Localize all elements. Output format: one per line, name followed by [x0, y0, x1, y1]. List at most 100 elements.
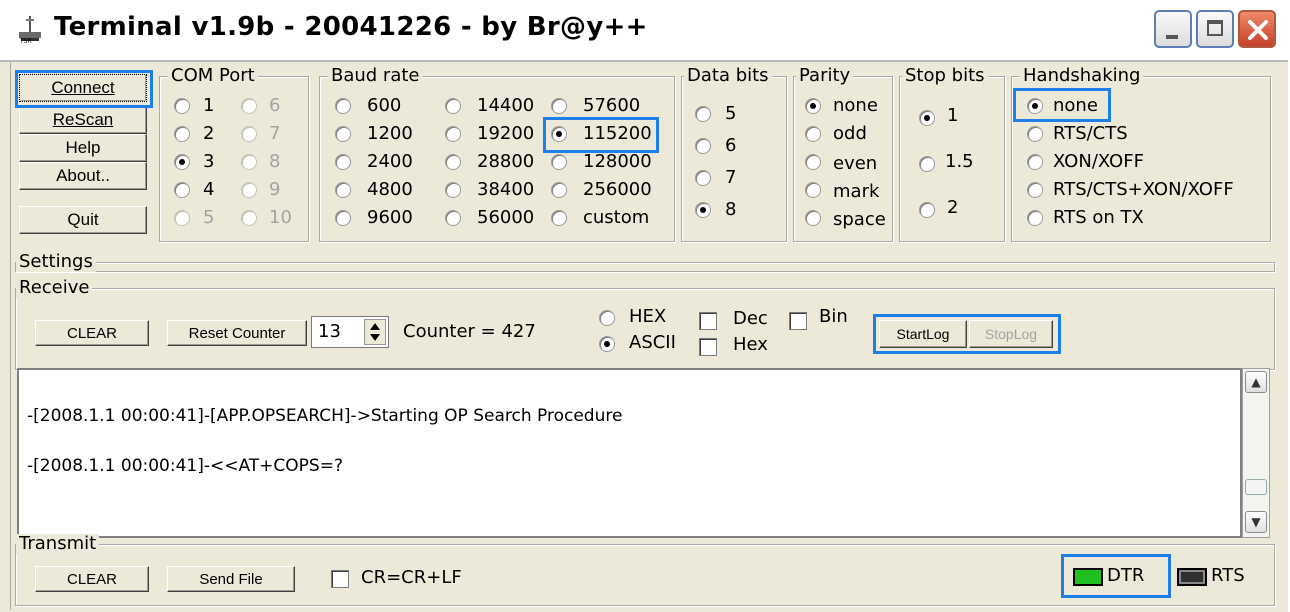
parity-title: Parity — [796, 66, 854, 86]
com-port-label-9: 9 — [269, 179, 281, 200]
bin-checkbox[interactable] — [789, 312, 807, 330]
client-area: Connect ReScan Help About.. Quit COM Por… — [10, 62, 1279, 610]
com-port-label-1: 1 — [203, 95, 215, 116]
baud-label-1200: 1200 — [367, 123, 413, 144]
handshaking-none-highlight — [1013, 88, 1111, 122]
receive-clear-button[interactable]: CLEAR — [35, 320, 149, 346]
com-port-radio-3[interactable] — [174, 154, 190, 170]
log-line: -[2008.1.1 00:00:41]-[APP.OPSEARCH]->Sta… — [27, 406, 623, 426]
parity-radio-odd[interactable] — [805, 126, 821, 142]
transmit-clear-button[interactable]: CLEAR — [35, 566, 149, 592]
handshaking-label-xon-xoff: XON/XOFF — [1053, 151, 1144, 172]
handshaking-radio-rts-on-tx[interactable] — [1027, 210, 1043, 226]
help-button[interactable]: Help — [19, 134, 147, 162]
rescan-button[interactable]: ReScan — [19, 106, 147, 134]
com-port-radio-9[interactable] — [241, 182, 257, 198]
maximize-button[interactable] — [1196, 10, 1234, 48]
log-buttons-highlight — [873, 314, 1061, 354]
send-file-button[interactable]: Send File — [167, 566, 295, 592]
baud-radio-56000[interactable] — [445, 210, 461, 226]
com-port-radio-7[interactable] — [241, 126, 257, 142]
baud-radio-custom[interactable] — [551, 210, 567, 226]
com-port-radio-2[interactable] — [174, 126, 190, 142]
data-bits-label-6: 6 — [725, 135, 737, 156]
baud-radio-256000[interactable] — [551, 182, 567, 198]
data-bits-radio-8[interactable] — [695, 202, 711, 218]
close-icon — [1248, 20, 1268, 40]
com-port-label-5: 5 — [203, 207, 215, 228]
settings-title: Settings — [16, 252, 96, 272]
parity-label-even: even — [833, 153, 878, 174]
baud-radio-57600[interactable] — [551, 98, 567, 114]
baud-label-38400: 38400 — [477, 179, 535, 200]
receive-log-area[interactable]: -[2008.1.1 00:00:41]-[APP.OPSEARCH]->Sta… — [17, 368, 1242, 538]
window-title: Terminal v1.9b - 20041226 - by Br@y++ — [54, 12, 648, 42]
scroll-up-icon[interactable]: ▲ — [1245, 371, 1267, 393]
quit-button[interactable]: Quit — [19, 206, 147, 234]
parity-radio-mark[interactable] — [805, 182, 821, 198]
stop-bits-radio-1-5[interactable] — [919, 156, 935, 172]
minimize-button[interactable] — [1154, 10, 1192, 48]
com-port-radio-8[interactable] — [241, 154, 257, 170]
counter-spinner[interactable]: 13 — [311, 316, 389, 348]
reset-counter-button[interactable]: Reset Counter — [167, 320, 307, 346]
stop-bits-radio-1[interactable] — [919, 110, 935, 126]
com-port-radio-5[interactable] — [174, 210, 190, 226]
receive-hex-radio[interactable] — [599, 310, 615, 326]
baud-radio-14400[interactable] — [445, 98, 461, 114]
parity-label-space: space — [833, 209, 886, 230]
com-port-radio-4[interactable] — [174, 182, 190, 198]
baud-radio-19200[interactable] — [445, 126, 461, 142]
parity-radio-none[interactable] — [805, 98, 821, 114]
parity-radio-even[interactable] — [805, 154, 821, 170]
stop-bits-radio-2[interactable] — [919, 202, 935, 218]
baud-radio-2400[interactable] — [335, 154, 351, 170]
scroll-thumb[interactable] — [1245, 479, 1267, 495]
scroll-down-icon[interactable]: ▼ — [1245, 511, 1267, 533]
maximize-icon — [1207, 20, 1223, 36]
spinner-buttons[interactable] — [364, 319, 386, 345]
baud-radio-600[interactable] — [335, 98, 351, 114]
parity-label-none: none — [833, 95, 878, 116]
about-button[interactable]: About.. — [19, 162, 147, 190]
handshaking-label-rts-cts: RTS/CTS — [1053, 123, 1128, 144]
data-bits-radio-6[interactable] — [695, 138, 711, 154]
dec-checkbox[interactable] — [699, 312, 717, 330]
data-bits-title: Data bits — [684, 66, 772, 86]
com-port-label-6: 6 — [269, 95, 281, 116]
terminal-app-icon: TSR — [19, 16, 41, 44]
baud-label-128000: 128000 — [583, 151, 652, 172]
spin-down-icon[interactable] — [370, 334, 380, 341]
stop-bits-label-1: 1 — [947, 105, 959, 126]
quit-label: Quit — [67, 210, 99, 229]
com-port-radio-6[interactable] — [241, 98, 257, 114]
receive-ascii-radio[interactable] — [599, 336, 615, 352]
com-port-radio-1[interactable] — [174, 98, 190, 114]
transmit-clear-label: CLEAR — [66, 570, 118, 588]
baud-rate-title: Baud rate — [328, 66, 423, 86]
hex-checkbox[interactable] — [699, 338, 717, 356]
baud-radio-28800[interactable] — [445, 154, 461, 170]
com-port-label-2: 2 — [203, 123, 215, 144]
baud-radio-38400[interactable] — [445, 182, 461, 198]
parity-radio-space[interactable] — [805, 210, 821, 226]
spin-up-icon[interactable] — [370, 323, 380, 330]
baud-radio-1200[interactable] — [335, 126, 351, 142]
baud-label-600: 600 — [367, 95, 402, 116]
close-button[interactable] — [1238, 10, 1276, 48]
handshaking-radio-rts-cts[interactable] — [1027, 126, 1043, 142]
cr-lf-checkbox[interactable] — [331, 570, 349, 588]
rts-led-icon[interactable] — [1177, 568, 1207, 586]
data-bits-radio-7[interactable] — [695, 170, 711, 186]
data-bits-radio-5[interactable] — [695, 106, 711, 122]
baud-radio-128000[interactable] — [551, 154, 567, 170]
log-scrollbar[interactable]: ▲ ▼ — [1242, 368, 1270, 538]
baud-radio-4800[interactable] — [335, 182, 351, 198]
title-bar[interactable]: TSR Terminal v1.9b - 20041226 - by Br@y+… — [0, 0, 1288, 62]
com-port-radio-10[interactable] — [241, 210, 257, 226]
baud-radio-9600[interactable] — [335, 210, 351, 226]
handshaking-radio-xon-xoff[interactable] — [1027, 154, 1043, 170]
stop-bits-title: Stop bits — [902, 66, 988, 86]
com-port-label-4: 4 — [203, 179, 215, 200]
handshaking-radio-rts-cts-xon-xoff[interactable] — [1027, 182, 1043, 198]
